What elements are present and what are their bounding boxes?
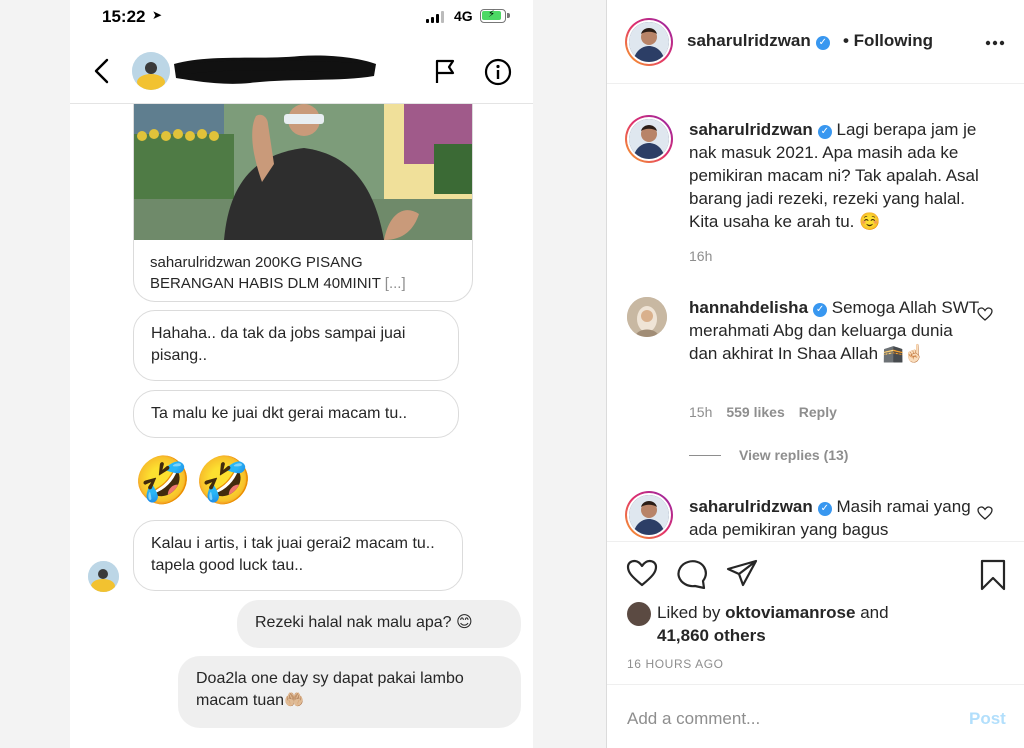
author-name-text[interactable]: saharulridzwan <box>687 31 811 50</box>
info-icon[interactable] <box>484 58 512 86</box>
shared-post-caption: saharulridzwan 200KG PISANG BERANGAN HAB… <box>150 252 440 294</box>
caption-avatar[interactable] <box>625 115 673 163</box>
caption-time[interactable]: 16h <box>689 248 712 264</box>
redacted-username <box>174 55 376 84</box>
post-comment-button[interactable]: Post <box>969 709 1006 729</box>
sent-message-bubble[interactable]: Rezeki halal nak malu apa? 😊 <box>237 600 521 648</box>
post-timestamp[interactable]: 16 HOURS AGO <box>627 657 724 671</box>
add-comment-input[interactable]: Add a comment... <box>627 709 760 729</box>
shared-post-user: saharulridzwan <box>150 254 251 271</box>
message-bubble[interactable]: Hahaha.. da tak da jobs sampai juai pisa… <box>133 310 459 381</box>
verified-icon: ✓ <box>813 303 828 317</box>
likes-summary[interactable]: Liked by oktoviamanrose and 41,860 others <box>657 601 889 647</box>
liked-by-others[interactable]: 41,860 others <box>657 626 766 645</box>
status-bar: 15:22 ➤ 4G ⚡ <box>70 0 533 34</box>
liked-by-prefix: Liked by <box>657 603 721 622</box>
post-header: saharulridzwan ✓ • Following <box>607 0 1024 84</box>
shared-post-card[interactable]: saharulridzwan 200KG PISANG BERANGAN HAB… <box>133 104 473 302</box>
caption-username[interactable]: saharulridzwan <box>689 120 813 139</box>
verified-icon: ✓ <box>815 36 830 50</box>
comment-text: hannahdelisha ✓ Semoga Allah SWT merahmat… <box>689 296 985 365</box>
save-bookmark-icon[interactable] <box>979 559 1007 591</box>
caption-text: saharulridzwan ✓ Lagi berapa jam je nak m… <box>689 118 985 233</box>
message-bubble[interactable]: Kalau i artis, i tak juai gerai2 macam t… <box>133 520 463 591</box>
chat-avatar[interactable] <box>132 52 170 90</box>
comment-likes[interactable]: 559 likes <box>726 404 784 420</box>
author-avatar[interactable] <box>625 18 673 66</box>
commenter-avatar[interactable] <box>627 297 667 337</box>
network-label: 4G <box>454 8 473 24</box>
flag-icon[interactable] <box>434 58 456 84</box>
comment-like-heart-icon[interactable] <box>977 506 993 520</box>
comments-list[interactable]: saharulridzwan ✓ Lagi berapa jam je nak m… <box>607 85 1024 541</box>
battery-icon: ⚡ <box>480 9 510 23</box>
sender-avatar <box>88 561 119 592</box>
message-bubble[interactable]: Ta malu ke juai dkt gerai macam tu.. <box>133 390 459 438</box>
reply-button[interactable]: Reply <box>799 404 837 420</box>
dm-screenshot: 15:22 ➤ 4G ⚡ saharulridzwan 200KG PISANG… <box>70 0 533 748</box>
verified-icon: ✓ <box>817 125 832 139</box>
more-options-icon[interactable] <box>985 40 1005 46</box>
instagram-post-panel: saharulridzwan ✓ • Following saharulridzw… <box>606 0 1024 748</box>
status-time: 15:22 <box>102 7 146 26</box>
comment-username[interactable]: hannahdelisha <box>689 298 808 317</box>
liker-avatar[interactable] <box>627 602 651 626</box>
back-icon[interactable] <box>92 58 112 84</box>
emoji-message[interactable]: 🤣🤣 <box>134 452 257 508</box>
replies-divider <box>689 455 721 456</box>
like-heart-icon[interactable] <box>626 559 658 587</box>
post-author-username[interactable]: saharulridzwan ✓ <box>687 31 830 51</box>
share-icon[interactable] <box>726 559 758 587</box>
comment-meta: 15h 559 likes Reply <box>689 404 837 420</box>
location-arrow-icon: ➤ <box>152 8 163 22</box>
liked-by-and: and <box>860 603 889 622</box>
signal-icon <box>426 11 446 23</box>
following-button[interactable]: • Following <box>843 31 933 51</box>
sent-message-bubble[interactable]: Doa2la one day sy dapat pakai lambo maca… <box>178 656 521 728</box>
comment-username[interactable]: saharulridzwan <box>689 497 813 516</box>
commenter-avatar[interactable] <box>625 491 673 539</box>
view-replies-label[interactable]: View replies (13) <box>739 447 848 463</box>
comment-time[interactable]: 15h <box>689 404 712 420</box>
comment-text: saharulridzwan ✓ Masih ramai yang ada pem… <box>689 495 985 541</box>
comment-icon[interactable] <box>676 559 708 589</box>
comment-like-heart-icon[interactable] <box>977 307 993 321</box>
chat-header <box>70 40 533 104</box>
verified-icon: ✓ <box>817 502 832 516</box>
liked-by-user[interactable]: oktoviamanrose <box>725 603 855 622</box>
shared-post-ellipsis: [...] <box>384 275 406 292</box>
view-replies-button[interactable]: View replies (13) <box>689 447 848 463</box>
post-actions: Liked by oktoviamanrose and 41,860 others… <box>607 541 1024 685</box>
